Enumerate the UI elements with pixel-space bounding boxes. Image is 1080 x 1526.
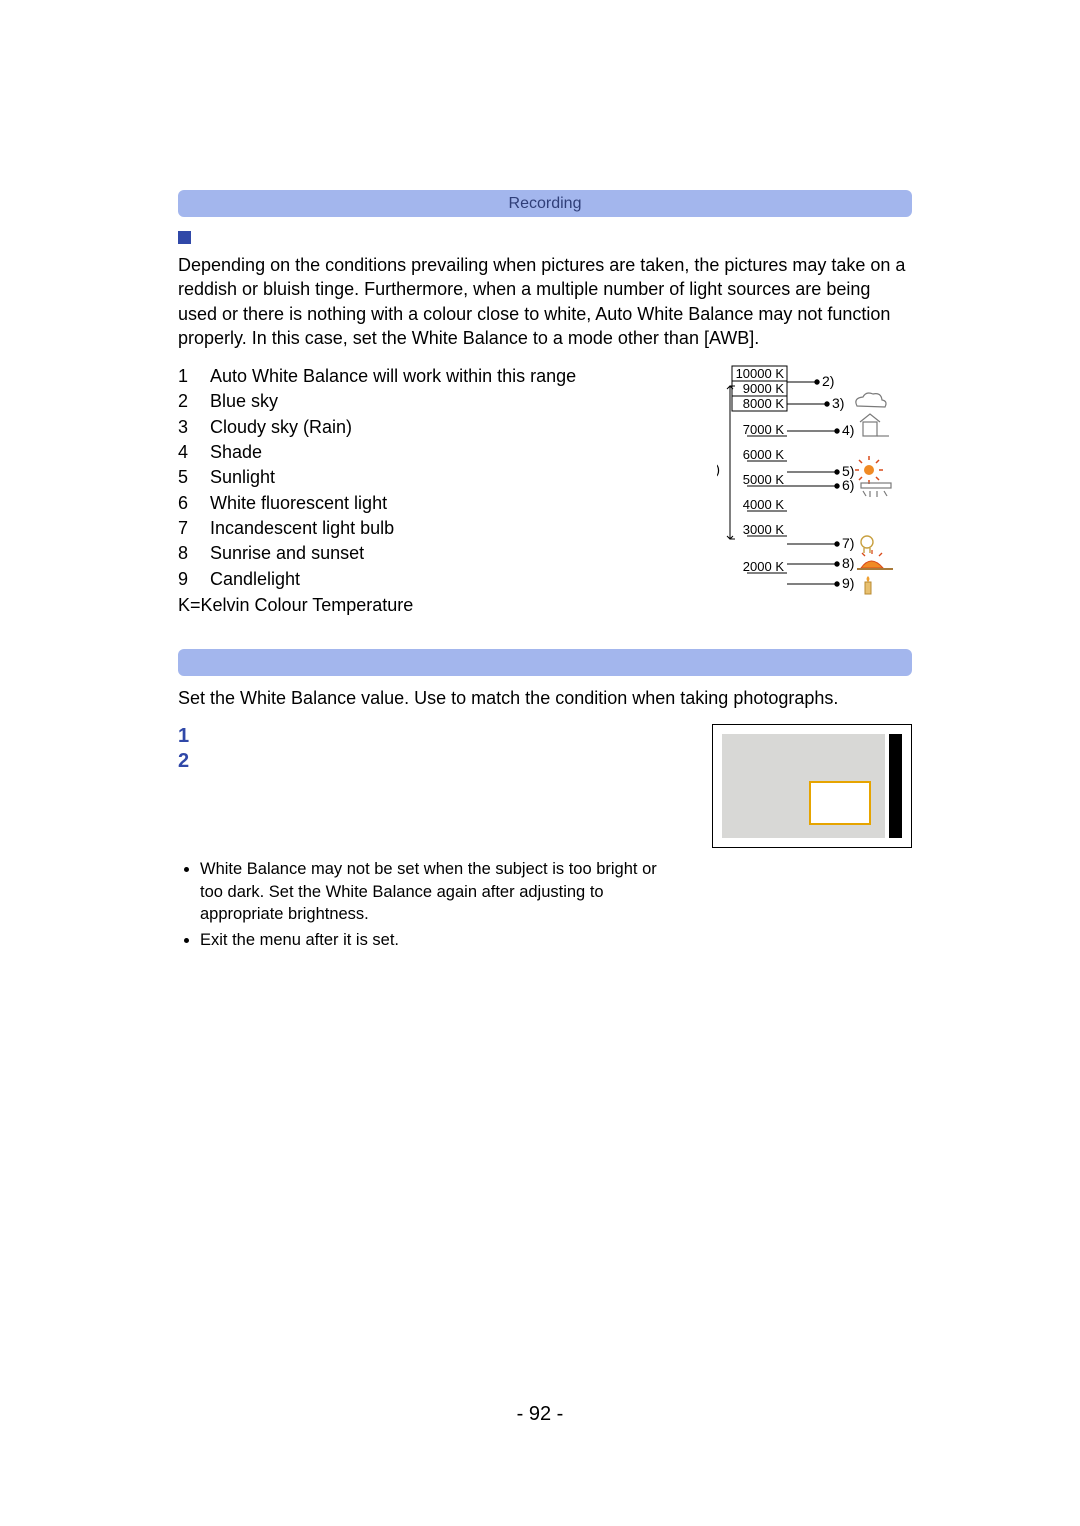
legend-label: Candlelight xyxy=(210,567,586,592)
steps-row: 1 2 xyxy=(178,724,912,848)
marker-6: 6) xyxy=(842,477,854,493)
candle-icon xyxy=(865,576,871,594)
camera-screen-icon xyxy=(712,724,912,848)
square-bullet-icon xyxy=(178,231,191,244)
marker-2: 2) xyxy=(822,373,834,389)
sun-icon xyxy=(855,456,883,484)
legend-column: 1Auto White Balance will work within thi… xyxy=(178,364,707,617)
legend-num: 9 xyxy=(178,567,210,592)
legend-num: 7 xyxy=(178,516,210,541)
marker-3: 3) xyxy=(832,395,844,411)
marker-9: 9) xyxy=(842,575,854,591)
legend-label: Sunlight xyxy=(210,465,586,490)
legend-num: 2 xyxy=(178,389,210,414)
legend-num: 8 xyxy=(178,541,210,566)
lcd-illustration xyxy=(712,724,912,848)
legend-num: 3 xyxy=(178,415,210,440)
kelvin-diagram: 10000 K 9000 K 8000 K 7000 K 6000 K 5000… xyxy=(717,364,912,617)
tick-8000k: 8000 K xyxy=(743,396,785,411)
tick-2000k: 2000 K xyxy=(743,559,785,574)
shade-icon xyxy=(860,414,889,436)
section-header-text: Recording xyxy=(509,195,582,213)
legend-num: 1 xyxy=(178,364,210,389)
tick-3000k: 3000 K xyxy=(743,522,785,537)
legend-label: Cloudy sky (Rain) xyxy=(210,415,586,440)
page-content: Recording Depending on the conditions pr… xyxy=(0,0,1080,952)
legend-row: 6White fluorescent light xyxy=(178,491,586,516)
legend-row: 8Sunrise and sunset xyxy=(178,541,586,566)
note-item: Exit the menu after it is set. xyxy=(200,929,668,951)
legend-num: 4 xyxy=(178,440,210,465)
sunrise-icon xyxy=(857,550,893,569)
note-list: White Balance may not be set when the su… xyxy=(178,858,668,951)
screen-sidebar xyxy=(889,734,902,838)
legend-label: Incandescent light bulb xyxy=(210,516,586,541)
fluorescent-icon xyxy=(861,483,891,497)
cloud-icon xyxy=(856,393,886,407)
step-numbers: 1 2 xyxy=(178,724,207,774)
legend-row: 3Cloudy sky (Rain) xyxy=(178,415,586,440)
legend-table: 1Auto White Balance will work within thi… xyxy=(178,364,586,592)
kelvin-note: K=Kelvin Colour Temperature xyxy=(178,593,707,617)
tick-9000k: 9000 K xyxy=(743,381,785,396)
bulb-icon xyxy=(861,536,873,553)
step-2: 2 xyxy=(178,749,189,774)
tick-5000k: 5000 K xyxy=(743,472,785,487)
legend-label: Blue sky xyxy=(210,389,586,414)
legend-row: 1Auto White Balance will work within thi… xyxy=(178,364,586,389)
legend-label: Shade xyxy=(210,440,586,465)
legend-row: 5Sunlight xyxy=(178,465,586,490)
legend-row: 7Incandescent light bulb xyxy=(178,516,586,541)
legend-row: 9Candlelight xyxy=(178,567,586,592)
step-1: 1 xyxy=(178,724,189,749)
legend-num: 5 xyxy=(178,465,210,490)
page-number: - 92 - xyxy=(0,1403,1080,1426)
tick-6000k: 6000 K xyxy=(743,447,785,462)
legend-row: 2Blue sky xyxy=(178,389,586,414)
marker-8: 8) xyxy=(842,555,854,571)
tick-4000k: 4000 K xyxy=(743,497,785,512)
kelvin-scale-svg: 10000 K 9000 K 8000 K 7000 K 6000 K 5000… xyxy=(717,364,912,599)
legend-label: Sunrise and sunset xyxy=(210,541,586,566)
legend-row: 4Shade xyxy=(178,440,586,465)
legend-num: 6 xyxy=(178,491,210,516)
subsection-bar xyxy=(178,649,912,676)
columns: 1Auto White Balance will work within thi… xyxy=(178,364,912,617)
legend-label: White fluorescent light xyxy=(210,491,586,516)
note-item: White Balance may not be set when the su… xyxy=(200,858,668,925)
marker-1: 1) xyxy=(717,461,720,477)
intro-paragraph: Depending on the conditions prevailing w… xyxy=(178,253,912,350)
wb-target-box xyxy=(809,781,871,825)
legend-label: Auto White Balance will work within this… xyxy=(210,364,586,389)
set-instruction: Set the White Balance value. Use to matc… xyxy=(178,686,912,710)
marker-4: 4) xyxy=(842,422,854,438)
marker-7: 7) xyxy=(842,535,854,551)
tick-10000k: 10000 K xyxy=(736,366,785,381)
section-header: Recording xyxy=(178,190,912,217)
tick-7000k: 7000 K xyxy=(743,422,785,437)
